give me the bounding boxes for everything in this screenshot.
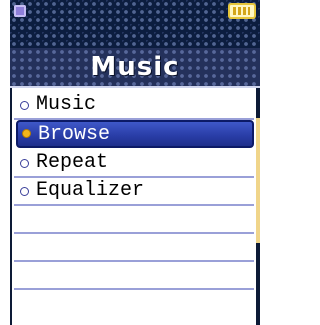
menu-item-equalizer[interactable]: Equalizer: [14, 178, 254, 206]
status-bar: [10, 0, 260, 48]
menu-list: Music Browse Repeat Equalizer: [10, 88, 258, 325]
empty-row-divider: [14, 288, 254, 290]
device-screen: Music Music Browse Repeat Equalizer: [10, 0, 260, 325]
battery-icon: [228, 3, 256, 19]
menu-item-music[interactable]: Music: [14, 92, 254, 120]
empty-row-divider: [14, 260, 254, 262]
menu-item-label: Browse: [38, 123, 111, 146]
scrollbar-thumb[interactable]: [256, 118, 260, 243]
page-title: Music: [90, 52, 180, 82]
bullet-icon: [20, 187, 29, 196]
title-bar: Music: [10, 48, 260, 88]
menu-icon[interactable]: [14, 5, 26, 17]
menu-item-browse[interactable]: Browse: [16, 120, 254, 148]
menu-item-repeat[interactable]: Repeat: [14, 150, 254, 178]
bullet-icon: [22, 129, 31, 138]
menu-item-label: Music: [36, 93, 97, 116]
menu-item-label: Repeat: [36, 151, 109, 174]
bullet-icon: [20, 101, 29, 110]
menu-item-label: Equalizer: [36, 179, 145, 202]
bullet-icon: [20, 159, 29, 168]
empty-row-divider: [14, 232, 254, 234]
